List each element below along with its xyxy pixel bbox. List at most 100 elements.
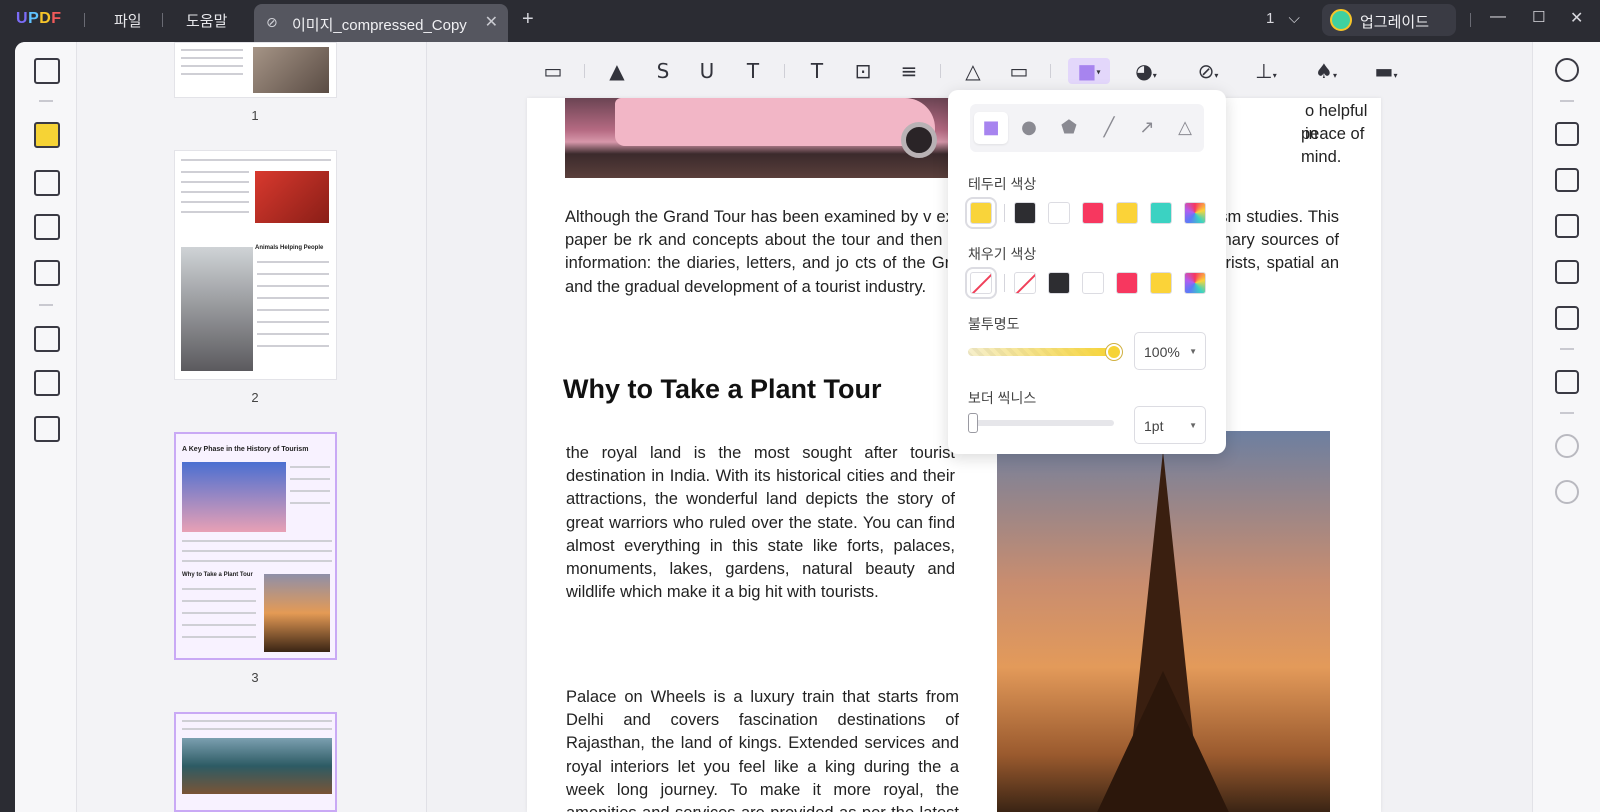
line-shape-icon[interactable]: ╱	[1092, 112, 1126, 144]
border-color-swatch-black[interactable]	[1014, 202, 1036, 224]
polygon-shape-icon[interactable]: ⬟	[1052, 112, 1086, 144]
thumbnail-page-1[interactable]	[174, 42, 337, 98]
thumb-text	[290, 478, 330, 480]
section-heading: Why to Take a Plant Tour	[563, 374, 882, 404]
sticker-icon[interactable]: ◕▾	[1126, 58, 1166, 84]
undo-icon[interactable]	[1555, 434, 1579, 458]
car-image	[565, 98, 985, 178]
thumb-text	[182, 636, 256, 638]
circle-shape-icon[interactable]: ●	[1012, 112, 1046, 144]
thumb-heading: A Key Phase in the History of Tourism	[182, 446, 309, 453]
comment-icon[interactable]: ▭	[540, 58, 566, 84]
thumb-text	[181, 159, 331, 161]
share-icon[interactable]	[1555, 260, 1579, 284]
divider	[940, 64, 941, 78]
thumb-text	[257, 297, 329, 299]
divider	[1560, 412, 1574, 414]
close-window-icon[interactable]: ✕	[1570, 8, 1583, 28]
border-thickness-dropdown[interactable]: 1pt ▼	[1134, 406, 1206, 444]
redo-icon[interactable]	[1555, 480, 1579, 504]
text-fragment: peace of mind.	[1301, 125, 1365, 167]
form-icon[interactable]	[34, 214, 60, 240]
text-callout-icon[interactable]: ≡	[896, 58, 922, 84]
edit-pdf-icon[interactable]	[34, 170, 60, 196]
border-color-swatch-yellow-selected[interactable]	[965, 197, 997, 229]
thumbnail-page-3[interactable]: A Key Phase in the History of Tourism Wh…	[174, 432, 337, 660]
save-icon[interactable]	[1555, 370, 1579, 394]
fill-color-swatch-yellow[interactable]	[1150, 272, 1172, 294]
shape-tool-button[interactable]: ■▾	[1068, 58, 1110, 84]
thumbnail-page-2[interactable]: Animals Helping People	[174, 150, 337, 380]
page-tools-icon[interactable]	[34, 416, 60, 442]
upgrade-button[interactable]: 업그레이드	[1322, 4, 1456, 36]
comment-mode-icon[interactable]	[34, 122, 60, 148]
squiggly-icon[interactable]: T	[740, 58, 766, 84]
fill-color-none-selected[interactable]	[965, 267, 997, 299]
reader-mode-icon[interactable]	[34, 58, 60, 84]
triangle-shape-icon[interactable]: △	[1168, 112, 1202, 144]
upgrade-label: 업그레이드	[1360, 14, 1430, 31]
thumb-text	[182, 728, 332, 730]
fill-color-swatch-white[interactable]	[1082, 272, 1104, 294]
arrow-shape-icon[interactable]: ↗	[1130, 112, 1164, 144]
border-color-swatch-teal[interactable]	[1150, 202, 1172, 224]
thumb-text	[182, 540, 332, 542]
stamp-icon[interactable]: ⊥▾	[1246, 58, 1286, 84]
chevron-down-icon: ⌵	[1288, 10, 1300, 27]
fill-color-picker-icon[interactable]	[1184, 272, 1206, 294]
document-tab[interactable]: ⊘ 이미지_compressed_Copy ✕	[254, 4, 508, 42]
underline-icon[interactable]: U	[694, 58, 720, 84]
text-box-icon[interactable]: ⊡	[850, 58, 876, 84]
fill-color-none[interactable]	[1014, 272, 1036, 294]
measure-icon[interactable]: ▬▾	[1364, 58, 1408, 84]
fill-sign-icon[interactable]	[34, 260, 60, 286]
attachment-icon[interactable]: ⊘▾	[1188, 58, 1228, 84]
tower-base	[1093, 671, 1233, 812]
border-thickness-slider-thumb[interactable]	[968, 413, 978, 433]
opacity-dropdown[interactable]: 100% ▼	[1134, 332, 1206, 370]
compressed-file-icon: ⊘	[266, 14, 278, 30]
organize-pages-icon[interactable]	[34, 326, 60, 352]
fill-color-swatch-red[interactable]	[1116, 272, 1138, 294]
opacity-value: 100%	[1144, 344, 1180, 360]
convert-icon[interactable]	[1555, 168, 1579, 192]
border-color-swatch-red[interactable]	[1082, 202, 1104, 224]
border-color-swatch-white[interactable]	[1048, 202, 1070, 224]
thumb-text	[181, 171, 249, 173]
thumbnail-page-4[interactable]	[174, 712, 337, 812]
menu-file[interactable]: 파일	[114, 10, 142, 31]
thumb-text	[257, 273, 329, 275]
close-tab-icon[interactable]: ✕	[485, 12, 498, 32]
maximize-icon[interactable]: ☐	[1532, 8, 1545, 26]
thumb-text	[182, 624, 256, 626]
signature-icon[interactable]: ♠▾	[1306, 58, 1346, 84]
border-color-picker-icon[interactable]	[1184, 202, 1206, 224]
eraser-icon[interactable]: ▭	[1006, 58, 1032, 84]
border-thickness-slider-track[interactable]	[968, 420, 1114, 426]
rectangle-shape-icon[interactable]: ■	[974, 112, 1008, 144]
highlight-icon[interactable]: ▲	[604, 58, 630, 84]
protect-icon[interactable]	[1555, 214, 1579, 238]
new-tab-button[interactable]: +	[522, 8, 534, 31]
fill-color-swatch-black[interactable]	[1048, 272, 1070, 294]
menu-help[interactable]: 도움말	[186, 10, 227, 31]
cat-plant-image	[181, 247, 253, 371]
page-number: 1	[251, 108, 259, 123]
paragraph-palace-on-wheels: Palace on Wheels is a luxury train that …	[566, 688, 959, 812]
text-icon[interactable]: T	[804, 58, 830, 84]
email-icon[interactable]	[1555, 306, 1579, 330]
border-color-swatch-yellow[interactable]	[1116, 202, 1138, 224]
thumb-text	[181, 57, 243, 59]
crop-icon[interactable]	[34, 370, 60, 396]
page-selector[interactable]: 1 ⌵	[1266, 10, 1300, 27]
divider	[1470, 13, 1471, 27]
car-body	[615, 98, 935, 146]
opacity-slider-thumb[interactable]	[1106, 344, 1122, 360]
ocr-icon[interactable]	[1555, 122, 1579, 146]
thumb-text	[290, 466, 330, 468]
pencil-icon[interactable]: △	[960, 58, 986, 84]
strikethrough-icon[interactable]: S	[650, 58, 676, 84]
fill-color-label: 채우기 색상	[968, 246, 1037, 262]
minimize-icon[interactable]: —	[1490, 8, 1506, 26]
search-icon[interactable]	[1555, 58, 1579, 82]
